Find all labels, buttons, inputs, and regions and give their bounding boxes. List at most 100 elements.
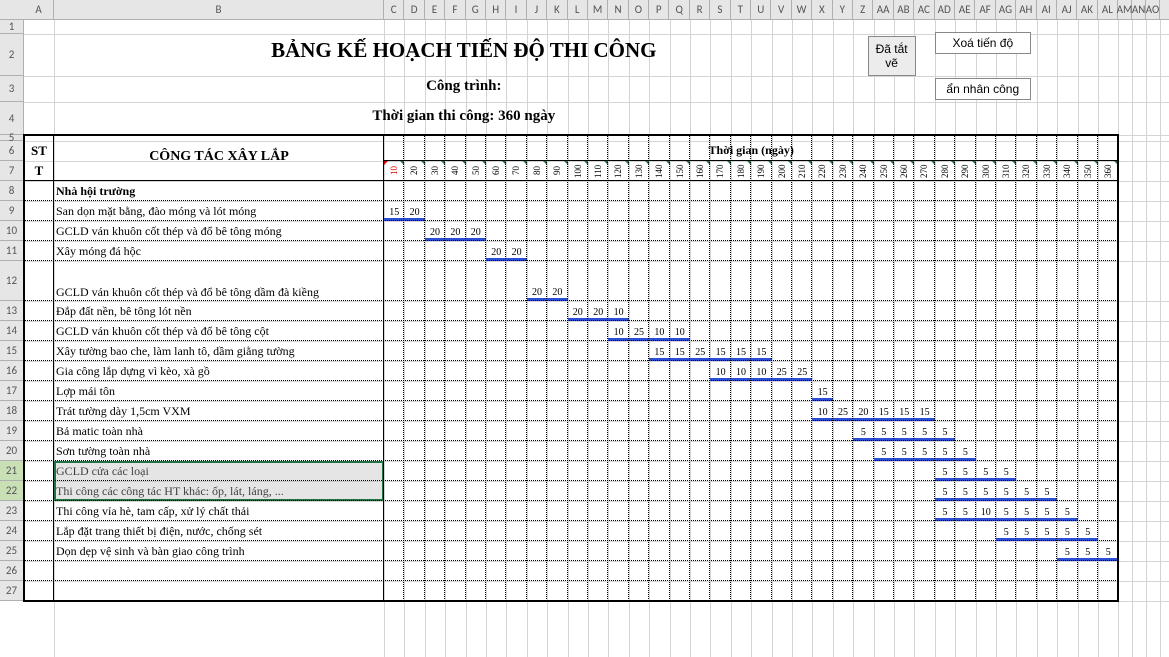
col-header-AF[interactable]: AF (975, 0, 995, 19)
row-header-24[interactable]: 24 (0, 521, 24, 541)
col-header-R[interactable]: R (690, 0, 710, 19)
row-header-25[interactable]: 25 (0, 541, 24, 561)
row-header-8[interactable]: 8 (0, 181, 24, 201)
row-header-6[interactable]: 6 (0, 141, 24, 161)
row-header-3[interactable]: 3 (0, 76, 24, 102)
gantt-value: 15 (874, 405, 894, 418)
gantt-value: 10 (731, 365, 751, 378)
row-header-16[interactable]: 16 (0, 361, 24, 381)
gantt-value: 15 (751, 345, 771, 358)
row-header-22[interactable]: 22 (0, 481, 24, 501)
task-label[interactable]: Thi công vỉa hè, tam cấp, xử lý chất thả… (56, 504, 382, 519)
col-header-Y[interactable]: Y (833, 0, 853, 19)
col-header-AI[interactable]: AI (1037, 0, 1057, 19)
col-header-AL[interactable]: AL (1098, 0, 1118, 19)
col-header-J[interactable]: J (527, 0, 547, 19)
task-label[interactable]: Xây móng đá hộc (56, 244, 382, 259)
row-header-2[interactable]: 2 (0, 34, 24, 76)
col-header-AC[interactable]: AC (914, 0, 934, 19)
row-header-26[interactable]: 26 (0, 561, 24, 581)
col-header-AE[interactable]: AE (955, 0, 975, 19)
col-header-X[interactable]: X (812, 0, 832, 19)
task-label[interactable]: Bả matic toàn nhà (56, 424, 382, 439)
gantt-value: 10 (649, 325, 669, 338)
col-header-A[interactable]: A (24, 0, 54, 19)
col-header-L[interactable]: L (568, 0, 588, 19)
row-header-1[interactable]: 1 (0, 20, 24, 34)
col-header-V[interactable]: V (771, 0, 791, 19)
gantt-value: 5 (955, 485, 975, 498)
col-header-Q[interactable]: Q (669, 0, 689, 19)
row-header-9[interactable]: 9 (0, 201, 24, 221)
row-header-7[interactable]: 7 (0, 161, 24, 181)
task-label[interactable]: Xây tường bao che, làm lanh tô, dầm giằn… (56, 344, 382, 359)
gantt-value: 5 (935, 485, 955, 498)
col-header-AM[interactable]: AM (1118, 0, 1132, 19)
row-header-21[interactable]: 21 (0, 461, 24, 481)
row-header-18[interactable]: 18 (0, 401, 24, 421)
gantt-value: 10 (976, 505, 996, 518)
row-header-27[interactable]: 27 (0, 581, 24, 601)
col-header-O[interactable]: O (629, 0, 649, 19)
gantt-value: 5 (935, 505, 955, 518)
col-header-AJ[interactable]: AJ (1057, 0, 1077, 19)
row-header-12[interactable]: 12 (0, 261, 24, 301)
col-header-H[interactable]: H (486, 0, 506, 19)
task-label[interactable]: Đắp đất nền, bê tông lót nền (56, 304, 382, 319)
task-label[interactable]: Lợp mái tôn (56, 384, 382, 399)
task-label[interactable]: GCLD ván khuôn cốt thép và đổ bê tông dầ… (56, 285, 382, 300)
task-label[interactable]: Trát tường dày 1,5cm VXM (56, 404, 382, 419)
gantt-value: 15 (670, 345, 690, 358)
row-header-15[interactable]: 15 (0, 341, 24, 361)
col-header-T[interactable]: T (731, 0, 751, 19)
row-header-23[interactable]: 23 (0, 501, 24, 521)
col-header-C[interactable]: C (384, 0, 404, 19)
col-header-U[interactable]: U (751, 0, 771, 19)
gantt-value: 15 (812, 385, 832, 398)
col-header-Z[interactable]: Z (853, 0, 873, 19)
col-header-F[interactable]: F (445, 0, 465, 19)
row-header-10[interactable]: 10 (0, 221, 24, 241)
task-label[interactable]: Sơn tường toàn nhà (56, 444, 382, 459)
col-header-M[interactable]: M (588, 0, 608, 19)
gantt-value: 10 (608, 305, 628, 318)
col-header-AH[interactable]: AH (1016, 0, 1036, 19)
col-header-S[interactable]: S (710, 0, 730, 19)
task-label[interactable]: GCLD ván khuôn cốt thép và đổ bê tông mó… (56, 224, 382, 239)
task-label[interactable]: Gia công lắp dựng vì kèo, xà gồ (56, 364, 382, 379)
col-header-B[interactable]: B (54, 0, 384, 19)
col-header-AB[interactable]: AB (894, 0, 914, 19)
row-header-11[interactable]: 11 (0, 241, 24, 261)
column-header-tasks: CÔNG TÁC XÂY LẮP (54, 149, 384, 165)
col-header-AN[interactable]: AN (1132, 0, 1146, 19)
col-header-D[interactable]: D (404, 0, 424, 19)
row-header-17[interactable]: 17 (0, 381, 24, 401)
col-header-W[interactable]: W (792, 0, 812, 19)
task-label[interactable]: Dọn dẹp vệ sinh và bàn giao công trình (56, 544, 382, 559)
col-header-G[interactable]: G (466, 0, 486, 19)
task-label[interactable]: San dọn mặt bằng, đào móng và lót móng (56, 204, 382, 219)
column-headers: ABCDEFGHIJKLMNOPQRSTUVWXYZAAABACADAEAFAG… (0, 0, 1169, 20)
col-header-N[interactable]: N (608, 0, 628, 19)
clear-schedule-button[interactable]: Xoá tiến độ (935, 32, 1031, 54)
col-header-AA[interactable]: AA (873, 0, 893, 19)
task-label[interactable]: GCLD ván khuôn cốt thép và đổ bê tông cộ… (56, 324, 382, 339)
hide-labor-button[interactable]: ẩn nhân công (935, 78, 1031, 100)
col-header-AK[interactable]: AK (1077, 0, 1097, 19)
col-header-P[interactable]: P (649, 0, 669, 19)
col-header-AD[interactable]: AD (935, 0, 955, 19)
col-header-AG[interactable]: AG (996, 0, 1016, 19)
row-header-19[interactable]: 19 (0, 421, 24, 441)
row-header-13[interactable]: 13 (0, 301, 24, 321)
task-label[interactable]: Lắp đặt trang thiết bị điện, nước, chống… (56, 524, 382, 539)
row-header-20[interactable]: 20 (0, 441, 24, 461)
row-header-14[interactable]: 14 (0, 321, 24, 341)
task-label[interactable]: Nhà hội trường (56, 184, 382, 199)
gantt-value: 20 (568, 305, 588, 318)
col-header-AO[interactable]: AO (1146, 0, 1160, 19)
col-header-K[interactable]: K (547, 0, 567, 19)
toggle-draw-button[interactable]: Đã tắt vẽ (868, 36, 916, 76)
col-header-E[interactable]: E (425, 0, 445, 19)
col-header-I[interactable]: I (506, 0, 526, 19)
gantt-value: 15 (914, 405, 934, 418)
